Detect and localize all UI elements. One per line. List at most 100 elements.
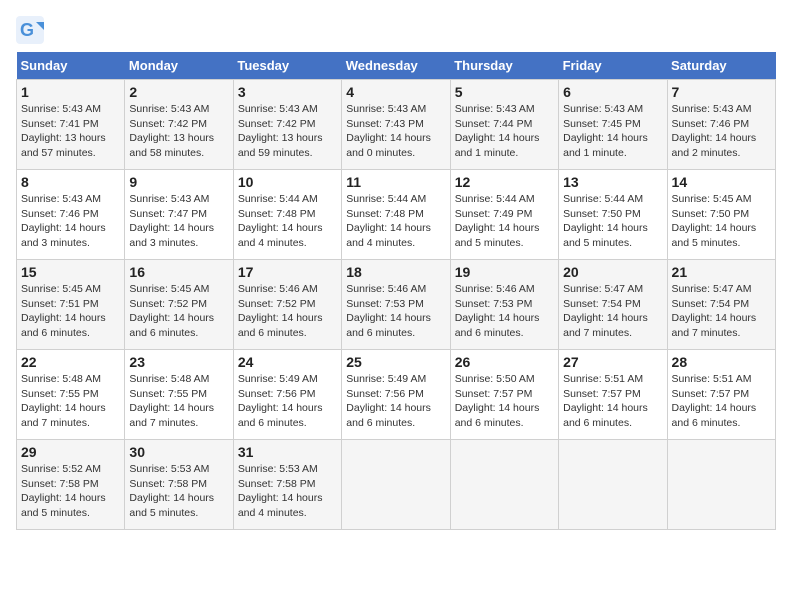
calendar-cell: 25 Sunrise: 5:49 AM Sunset: 7:56 PM Dayli… [342,350,450,440]
calendar-cell: 27 Sunrise: 5:51 AM Sunset: 7:57 PM Dayli… [559,350,667,440]
day-number: 5 [455,84,554,100]
calendar-cell: 17 Sunrise: 5:46 AM Sunset: 7:52 PM Dayli… [233,260,341,350]
calendar-cell: 11Sunrise: 5:44 AM Sunset: 7:48 PM Dayli… [342,170,450,260]
cell-content: Sunrise: 5:43 AM Sunset: 7:43 PM Dayligh… [346,102,445,161]
calendar-cell: 3 Sunrise: 5:43 AM Sunset: 7:42 PM Daylig… [233,80,341,170]
day-header-saturday: Saturday [667,52,775,80]
calendar-cell: 14 Sunrise: 5:45 AM Sunset: 7:50 PM Dayli… [667,170,775,260]
calendar-week-1: 1 Sunrise: 5:43 AM Sunset: 7:41 PM Daylig… [17,80,776,170]
day-header-wednesday: Wednesday [342,52,450,80]
day-number: 1 [21,84,120,100]
calendar-cell: 15 Sunrise: 5:45 AM Sunset: 7:51 PM Dayli… [17,260,125,350]
calendar-week-3: 15 Sunrise: 5:45 AM Sunset: 7:51 PM Dayli… [17,260,776,350]
calendar-cell: 6 Sunrise: 5:43 AM Sunset: 7:45 PM Daylig… [559,80,667,170]
day-number: 11 [346,174,445,190]
cell-content: Sunrise: 5:48 AM Sunset: 7:55 PM Dayligh… [21,372,120,431]
calendar-cell: 12 Sunrise: 5:44 AM Sunset: 7:49 PM Dayli… [450,170,558,260]
logo: G [16,16,48,44]
calendar-cell: 5 Sunrise: 5:43 AM Sunset: 7:44 PM Daylig… [450,80,558,170]
calendar-cell: 2Sunrise: 5:43 AM Sunset: 7:42 PM Daylig… [125,80,233,170]
cell-content: Sunrise: 5:53 AM Sunset: 7:58 PM Dayligh… [129,462,228,521]
day-header-monday: Monday [125,52,233,80]
calendar-cell: 9 Sunrise: 5:43 AM Sunset: 7:47 PM Daylig… [125,170,233,260]
calendar-cell [559,440,667,530]
day-number: 17 [238,264,337,280]
day-number: 3 [238,84,337,100]
day-number: 23 [129,354,228,370]
cell-content: Sunrise: 5:44 AM Sunset: 7:48 PM Dayligh… [238,192,337,251]
calendar-table: SundayMondayTuesdayWednesdayThursdayFrid… [16,52,776,530]
day-number: 28 [672,354,771,370]
cell-content: Sunrise: 5:46 AM Sunset: 7:52 PM Dayligh… [238,282,337,341]
calendar-cell: 28 Sunrise: 5:51 AM Sunset: 7:57 PM Dayli… [667,350,775,440]
cell-content: Sunrise: 5:48 AM Sunset: 7:55 PM Dayligh… [129,372,228,431]
day-number: 30 [129,444,228,460]
cell-content: Sunrise: 5:51 AM Sunset: 7:57 PM Dayligh… [672,372,771,431]
day-number: 25 [346,354,445,370]
cell-content: Sunrise: 5:51 AM Sunset: 7:57 PM Dayligh… [563,372,662,431]
day-number: 7 [672,84,771,100]
cell-content: Sunrise: 5:45 AM Sunset: 7:52 PM Dayligh… [129,282,228,341]
cell-content: Sunrise: 5:46 AM Sunset: 7:53 PM Dayligh… [455,282,554,341]
cell-content: Sunrise: 5:43 AM Sunset: 7:46 PM Dayligh… [672,102,771,161]
day-number: 12 [455,174,554,190]
day-number: 31 [238,444,337,460]
calendar-cell [667,440,775,530]
cell-content: Sunrise: 5:47 AM Sunset: 7:54 PM Dayligh… [672,282,771,341]
day-header-friday: Friday [559,52,667,80]
cell-content: Sunrise: 5:43 AM Sunset: 7:44 PM Dayligh… [455,102,554,161]
day-number: 8 [21,174,120,190]
day-number: 18 [346,264,445,280]
day-number: 16 [129,264,228,280]
calendar-cell: 19 Sunrise: 5:46 AM Sunset: 7:53 PM Dayli… [450,260,558,350]
day-number: 6 [563,84,662,100]
calendar-cell: 31Sunrise: 5:53 AM Sunset: 7:58 PM Dayli… [233,440,341,530]
calendar-cell: 29 Sunrise: 5:52 AM Sunset: 7:58 PM Dayli… [17,440,125,530]
cell-content: Sunrise: 5:43 AM Sunset: 7:47 PM Dayligh… [129,192,228,251]
calendar-cell: 13Sunrise: 5:44 AM Sunset: 7:50 PM Dayli… [559,170,667,260]
calendar-cell: 30 Sunrise: 5:53 AM Sunset: 7:58 PM Dayli… [125,440,233,530]
calendar-week-5: 29 Sunrise: 5:52 AM Sunset: 7:58 PM Dayli… [17,440,776,530]
cell-content: Sunrise: 5:43 AM Sunset: 7:46 PM Dayligh… [21,192,120,251]
day-number: 10 [238,174,337,190]
cell-content: Sunrise: 5:47 AM Sunset: 7:54 PM Dayligh… [563,282,662,341]
cell-content: Sunrise: 5:52 AM Sunset: 7:58 PM Dayligh… [21,462,120,521]
cell-content: Sunrise: 5:49 AM Sunset: 7:56 PM Dayligh… [346,372,445,431]
calendar-cell: 8 Sunrise: 5:43 AM Sunset: 7:46 PM Daylig… [17,170,125,260]
calendar-cell: 21Sunrise: 5:47 AM Sunset: 7:54 PM Dayli… [667,260,775,350]
days-header-row: SundayMondayTuesdayWednesdayThursdayFrid… [17,52,776,80]
calendar-cell: 20 Sunrise: 5:47 AM Sunset: 7:54 PM Dayli… [559,260,667,350]
day-header-tuesday: Tuesday [233,52,341,80]
cell-content: Sunrise: 5:45 AM Sunset: 7:51 PM Dayligh… [21,282,120,341]
day-number: 27 [563,354,662,370]
calendar-cell: 4 Sunrise: 5:43 AM Sunset: 7:43 PM Daylig… [342,80,450,170]
day-number: 26 [455,354,554,370]
calendar-week-2: 8 Sunrise: 5:43 AM Sunset: 7:46 PM Daylig… [17,170,776,260]
day-number: 4 [346,84,445,100]
day-header-sunday: Sunday [17,52,125,80]
day-number: 20 [563,264,662,280]
calendar-cell [342,440,450,530]
day-number: 29 [21,444,120,460]
day-number: 19 [455,264,554,280]
svg-text:G: G [20,20,34,40]
cell-content: Sunrise: 5:43 AM Sunset: 7:41 PM Dayligh… [21,102,120,161]
logo-icon: G [16,16,44,44]
cell-content: Sunrise: 5:43 AM Sunset: 7:42 PM Dayligh… [238,102,337,161]
calendar-cell [450,440,558,530]
day-number: 24 [238,354,337,370]
day-header-thursday: Thursday [450,52,558,80]
cell-content: Sunrise: 5:43 AM Sunset: 7:45 PM Dayligh… [563,102,662,161]
day-number: 2 [129,84,228,100]
calendar-cell: 10 Sunrise: 5:44 AM Sunset: 7:48 PM Dayli… [233,170,341,260]
day-number: 14 [672,174,771,190]
cell-content: Sunrise: 5:44 AM Sunset: 7:49 PM Dayligh… [455,192,554,251]
cell-content: Sunrise: 5:45 AM Sunset: 7:50 PM Dayligh… [672,192,771,251]
calendar-cell: 26 Sunrise: 5:50 AM Sunset: 7:57 PM Dayli… [450,350,558,440]
cell-content: Sunrise: 5:46 AM Sunset: 7:53 PM Dayligh… [346,282,445,341]
calendar-cell: 24Sunrise: 5:49 AM Sunset: 7:56 PM Dayli… [233,350,341,440]
day-number: 15 [21,264,120,280]
day-number: 9 [129,174,228,190]
calendar-cell: 1 Sunrise: 5:43 AM Sunset: 7:41 PM Daylig… [17,80,125,170]
cell-content: Sunrise: 5:50 AM Sunset: 7:57 PM Dayligh… [455,372,554,431]
